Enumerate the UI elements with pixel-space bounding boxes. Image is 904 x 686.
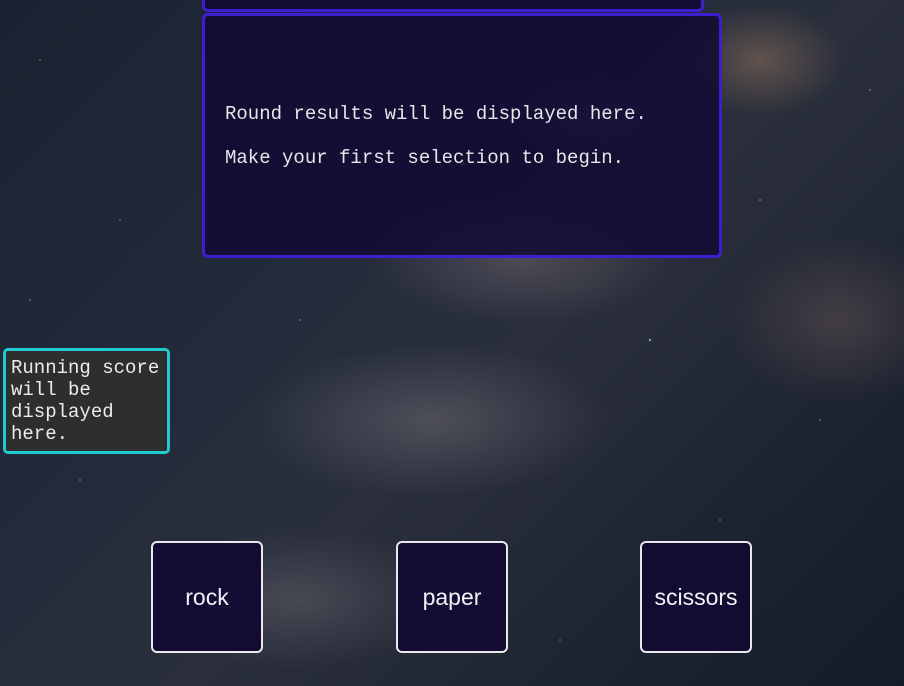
running-score-panel: Running score will be displayed here. <box>3 348 170 454</box>
round-results-panel: Round results will be displayed here. Ma… <box>202 13 722 258</box>
top-panel <box>202 0 704 12</box>
rock-button[interactable]: rock <box>151 541 263 653</box>
round-results-line-1: Round results will be displayed here. <box>225 102 647 125</box>
running-score-text: Running score will be displayed here. <box>11 357 160 445</box>
scissors-button[interactable]: scissors <box>640 541 752 653</box>
round-results-line-2: Make your first selection to begin. <box>225 146 625 169</box>
paper-button-label: paper <box>422 583 482 610</box>
rock-button-label: rock <box>185 583 229 610</box>
scissors-button-label: scissors <box>654 583 738 610</box>
round-results-text: Round results will be displayed here. Ma… <box>225 81 647 191</box>
paper-button[interactable]: paper <box>396 541 508 653</box>
